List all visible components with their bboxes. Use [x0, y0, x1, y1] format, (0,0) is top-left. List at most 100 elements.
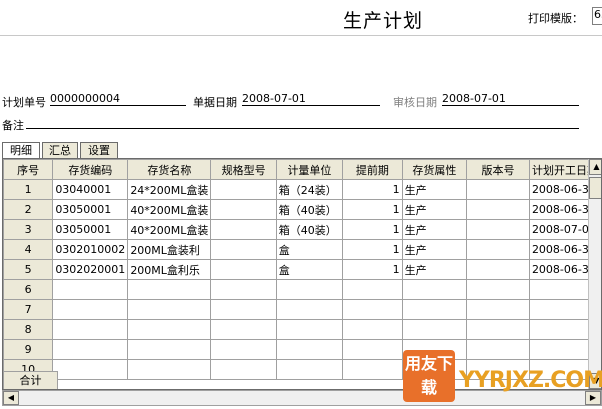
row-number: 7	[3, 299, 54, 320]
col-header[interactable]: 存货属性	[401, 159, 468, 180]
doc-date-field[interactable]: 2008-07-01	[242, 92, 380, 106]
grid-cell[interactable]	[466, 239, 530, 260]
grid-cell[interactable]	[401, 299, 468, 320]
col-header[interactable]: 提前期	[342, 159, 403, 180]
grid-cell[interactable]	[52, 359, 129, 380]
row-number: 1	[3, 179, 54, 200]
grid-cell[interactable]	[210, 199, 277, 220]
table-row[interactable]: 7	[3, 299, 601, 320]
col-header[interactable]: 序号	[3, 159, 54, 180]
grid-cell[interactable]	[127, 279, 212, 300]
grid-cell[interactable]: 箱（40装）	[275, 199, 344, 220]
grid-cell[interactable]	[210, 339, 277, 360]
table-row[interactable]: 3 03050001 40*200ML盒装 箱（40装） 1 生产 2008-07-01	[3, 219, 601, 240]
grid-cell[interactable]	[52, 319, 129, 340]
grid-cell[interactable]: 箱（40装）	[275, 219, 344, 240]
grid-cell[interactable]: 生产	[401, 259, 468, 280]
grid-cell[interactable]: 03050001	[52, 199, 129, 220]
grid-cell[interactable]	[210, 299, 277, 320]
grid-cell[interactable]	[342, 359, 403, 380]
grid-cell[interactable]: 1	[342, 199, 403, 220]
table-row[interactable]: 1 03040001 24*200ML盒装 箱（24装） 1 生产 2008-06-30	[3, 179, 601, 200]
page-title: 生产计划	[343, 10, 424, 32]
grid-cell[interactable]	[466, 299, 530, 320]
col-header[interactable]: 存货名称	[127, 159, 212, 180]
grid-cell[interactable]: 生产	[401, 179, 468, 200]
print-template-select[interactable]: 65	[592, 7, 602, 25]
grid-cell[interactable]: 0302020001	[52, 259, 129, 280]
scroll-left-icon[interactable]: ◀	[3, 391, 19, 405]
grid-cell[interactable]: 生产	[401, 239, 468, 260]
col-header[interactable]: 规格型号	[210, 159, 277, 180]
grid-cell[interactable]	[52, 299, 129, 320]
tab-settings[interactable]: 设置	[80, 142, 118, 158]
grid-cell[interactable]	[210, 239, 277, 260]
grid-cell[interactable]	[466, 199, 530, 220]
grid-cell[interactable]: 40*200ML盒装	[127, 219, 212, 240]
grid-cell[interactable]: 生产	[401, 219, 468, 240]
table-row[interactable]: 8	[3, 319, 601, 340]
grid-cell[interactable]	[466, 219, 530, 240]
grid-cell[interactable]: 1	[342, 219, 403, 240]
grid-cell[interactable]: 1	[342, 179, 403, 200]
grid-cell[interactable]	[127, 319, 212, 340]
grid-cell[interactable]	[275, 299, 344, 320]
grid-cell[interactable]	[466, 279, 530, 300]
grid-cell[interactable]	[275, 279, 344, 300]
grid-cell[interactable]: 03050001	[52, 219, 129, 240]
grid-cell[interactable]: 箱（24装）	[275, 179, 344, 200]
grid-cell[interactable]	[275, 319, 344, 340]
grid-cell[interactable]: 200ML盒利乐	[127, 259, 212, 280]
grid-cell[interactable]	[52, 279, 129, 300]
grid-cell[interactable]	[275, 359, 344, 380]
grid-cell[interactable]	[210, 279, 277, 300]
doc-date-label: 单据日期	[193, 96, 237, 109]
scroll-up-icon[interactable]: ▲	[589, 159, 601, 175]
grid-cell[interactable]	[210, 179, 277, 200]
table-row[interactable]: 5 0302020001 200ML盒利乐盒 1 生产 2008-06-30	[3, 259, 601, 280]
grid-cell[interactable]: 盒	[275, 239, 344, 260]
row-number: 2	[3, 199, 54, 220]
grid-cell[interactable]	[127, 359, 212, 380]
scroll-thumb[interactable]	[589, 177, 601, 199]
grid-cell[interactable]	[210, 359, 277, 380]
plan-no-field[interactable]: 0000000004	[50, 92, 186, 106]
remark-label: 备注	[2, 119, 24, 132]
col-header[interactable]: 版本号	[466, 159, 530, 180]
grid-cell[interactable]: 生产	[401, 199, 468, 220]
grid-cell[interactable]	[466, 259, 530, 280]
grid-cell[interactable]	[466, 319, 530, 340]
grid-cell[interactable]: 200ML盒装利	[127, 239, 212, 260]
table-row[interactable]: 2 03050001 40*200ML盒装 箱（40装） 1 生产 2008-06-30	[3, 199, 601, 220]
col-header[interactable]: 存货编码	[52, 159, 129, 180]
grid-cell[interactable]: 24*200ML盒装	[127, 179, 212, 200]
remark-field[interactable]	[26, 115, 579, 129]
grid-cell[interactable]: 盒	[275, 259, 344, 280]
table-row[interactable]: 6	[3, 279, 601, 300]
grid-cell[interactable]: 40*200ML盒装	[127, 199, 212, 220]
grid-cell[interactable]	[210, 259, 277, 280]
grid-cell[interactable]	[127, 299, 212, 320]
grid-cell[interactable]	[342, 319, 403, 340]
grid-cell[interactable]: 0302010002	[52, 239, 129, 260]
grid-cell[interactable]: 1	[342, 259, 403, 280]
grid-cell[interactable]	[210, 319, 277, 340]
grid-cell[interactable]	[127, 339, 212, 360]
grid-cell[interactable]	[342, 279, 403, 300]
watermark-logo: 用友下载	[403, 350, 455, 402]
grid-cell[interactable]	[342, 299, 403, 320]
title-bar: 生产计划 打印模版： 65	[0, 0, 602, 36]
col-header[interactable]: 计量单位	[275, 159, 344, 180]
grid-cell[interactable]	[52, 339, 129, 360]
tab-summary[interactable]: 汇总	[42, 142, 78, 158]
grid-cell[interactable]	[401, 319, 468, 340]
tab-detail[interactable]: 明细	[2, 142, 40, 158]
grid-cell[interactable]	[210, 219, 277, 240]
grid-cell[interactable]	[275, 339, 344, 360]
table-row[interactable]: 4 0302010002 200ML盒装利盒 1 生产 2008-06-30	[3, 239, 601, 260]
grid-cell[interactable]: 1	[342, 239, 403, 260]
grid-cell[interactable]	[466, 179, 530, 200]
grid-cell[interactable]	[401, 279, 468, 300]
grid-cell[interactable]	[342, 339, 403, 360]
grid-cell[interactable]: 03040001	[52, 179, 129, 200]
